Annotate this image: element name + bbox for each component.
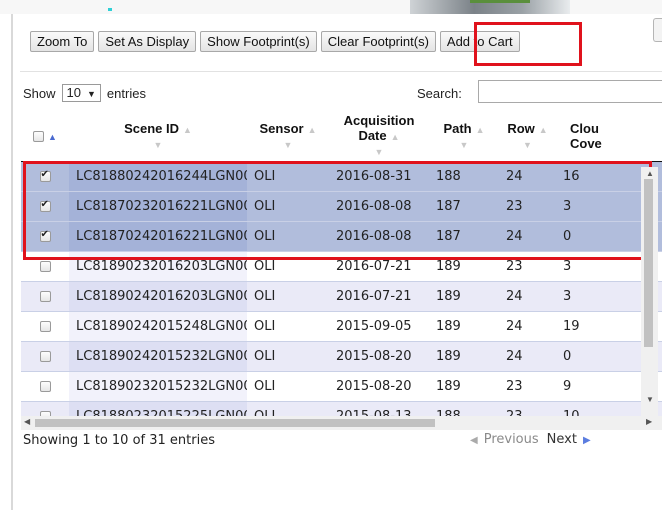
horizontal-scroll-thumb[interactable] bbox=[35, 419, 435, 427]
row-cell: 24 bbox=[506, 349, 523, 364]
acquisition-date-cell: 2015-08-20 bbox=[336, 379, 412, 394]
row-header[interactable]: Row ▲ ▼ bbox=[499, 110, 556, 162]
toolbar: Zoom To Set As Display Show Footprint(s)… bbox=[30, 31, 524, 53]
sensor-cell: OLI bbox=[254, 379, 276, 394]
arrow-right-icon: ▶ bbox=[582, 435, 591, 446]
cloud-cover-header[interactable]: Clou Cove bbox=[556, 110, 662, 162]
table-row[interactable]: LC81890242015232LGN00 OLI 2015-08-20 189 24 0 bbox=[21, 341, 662, 372]
chevron-down-icon: ▼ bbox=[87, 89, 96, 99]
acquisition-date-cell: 2015-09-05 bbox=[336, 319, 412, 334]
previous-button[interactable]: ◀ Previous bbox=[470, 432, 539, 447]
table-row[interactable]: LC81890242015248LGN00 OLI 2015-09-05 189 24 1… bbox=[21, 311, 662, 342]
panel-collapse-handle[interactable] bbox=[653, 18, 662, 42]
sensor-cell: OLI bbox=[254, 319, 276, 334]
table-header-row: ▲ Scene ID ▲ ▼ Sensor ▲ ▼ Acquisition Date ▲ ▼ … bbox=[21, 110, 662, 162]
clear-footprints-button[interactable]: Clear Footprint(s) bbox=[320, 31, 436, 52]
sensor-cell: OLI bbox=[254, 349, 276, 364]
row-checkbox[interactable] bbox=[39, 381, 51, 392]
scroll-down-icon[interactable]: ▼ bbox=[646, 395, 654, 404]
panel-border bbox=[11, 14, 13, 510]
scene-id-cell: LC81890242015248LGN00 bbox=[69, 311, 247, 342]
scene-id-cell: LC81890232015232LGN00 bbox=[69, 371, 247, 402]
row-checkbox-cell[interactable] bbox=[21, 282, 69, 312]
row-cell: 24 bbox=[506, 319, 523, 334]
set-as-display-button[interactable]: Set As Display bbox=[98, 31, 197, 52]
row-checkbox-cell[interactable] bbox=[21, 342, 69, 372]
pagination: ◀ Previous Next ▶ bbox=[470, 432, 591, 447]
divider bbox=[20, 71, 662, 72]
path-header[interactable]: Path ▲ ▼ bbox=[429, 110, 499, 162]
scroll-up-icon[interactable]: ▲ bbox=[646, 169, 654, 178]
vertical-scrollbar[interactable]: ▲ ▼ bbox=[641, 167, 658, 417]
row-cell: 24 bbox=[506, 289, 523, 304]
table-row[interactable]: LC81890232015232LGN00 OLI 2015-08-20 189 23 9 bbox=[21, 371, 662, 402]
row-cell: 23 bbox=[506, 379, 523, 394]
scroll-right-icon[interactable]: ▶ bbox=[646, 417, 652, 426]
path-cell: 189 bbox=[436, 289, 461, 304]
scene-id-header[interactable]: Scene ID ▲ ▼ bbox=[69, 110, 247, 162]
scroll-left-icon[interactable]: ◀ bbox=[24, 417, 30, 426]
row-checkbox[interactable] bbox=[39, 321, 51, 332]
row-checkbox[interactable] bbox=[39, 351, 51, 362]
arrow-left-icon: ◀ bbox=[470, 435, 478, 446]
select-all-header[interactable]: ▲ bbox=[21, 110, 69, 162]
row-checkbox[interactable] bbox=[39, 291, 51, 302]
map-strip bbox=[0, 0, 662, 14]
sort-asc-icon: ▲ bbox=[48, 132, 57, 142]
search-input[interactable] bbox=[478, 80, 662, 103]
search-label: Search: bbox=[417, 86, 462, 101]
row-checkbox-cell[interactable] bbox=[21, 372, 69, 402]
row-checkbox-cell[interactable] bbox=[21, 312, 69, 342]
sensor-cell: OLI bbox=[254, 289, 276, 304]
path-cell: 189 bbox=[436, 349, 461, 364]
entries-select[interactable]: 10 ▼ bbox=[61, 84, 101, 102]
acquisition-date-header[interactable]: Acquisition Date ▲ ▼ bbox=[329, 110, 429, 162]
sensor-header[interactable]: Sensor ▲ ▼ bbox=[247, 110, 329, 162]
entries-length-control: Show 10 ▼ entries bbox=[23, 84, 146, 102]
show-footprints-button[interactable]: Show Footprint(s) bbox=[200, 31, 317, 52]
selected-rows-highlight bbox=[23, 161, 652, 260]
acquisition-date-cell: 2016-07-21 bbox=[336, 289, 412, 304]
select-all-checkbox[interactable] bbox=[33, 131, 45, 143]
results-table: ▲ Scene ID ▲ ▼ Sensor ▲ ▼ Acquisition Date ▲ ▼ … bbox=[21, 110, 662, 418]
row-checkbox[interactable] bbox=[39, 261, 51, 272]
vertical-scroll-thumb[interactable] bbox=[644, 179, 653, 347]
acquisition-date-cell: 2015-08-20 bbox=[336, 349, 412, 364]
scene-id-cell: LC81890242016203LGN00 bbox=[69, 281, 247, 312]
entries-label: entries bbox=[106, 85, 146, 101]
path-cell: 189 bbox=[436, 379, 461, 394]
path-cell: 189 bbox=[436, 319, 461, 334]
scene-id-cell: LC81890242015232LGN00 bbox=[69, 341, 247, 372]
horizontal-scrollbar[interactable]: ◀ ▶ bbox=[21, 416, 662, 430]
results-table-wrapper: ▲ Scene ID ▲ ▼ Sensor ▲ ▼ Acquisition Date ▲ ▼ … bbox=[21, 110, 662, 418]
table-row[interactable]: LC81890242016203LGN00 OLI 2016-07-21 189 24 3 bbox=[21, 281, 662, 312]
next-button[interactable]: Next ▶ bbox=[547, 432, 591, 447]
show-label: Show bbox=[23, 85, 56, 101]
add-to-cart-highlight bbox=[474, 22, 582, 66]
table-info: Showing 1 to 10 of 31 entries bbox=[23, 433, 215, 448]
zoom-to-button[interactable]: Zoom To bbox=[30, 31, 95, 52]
entries-select-value: 10 bbox=[66, 85, 81, 100]
